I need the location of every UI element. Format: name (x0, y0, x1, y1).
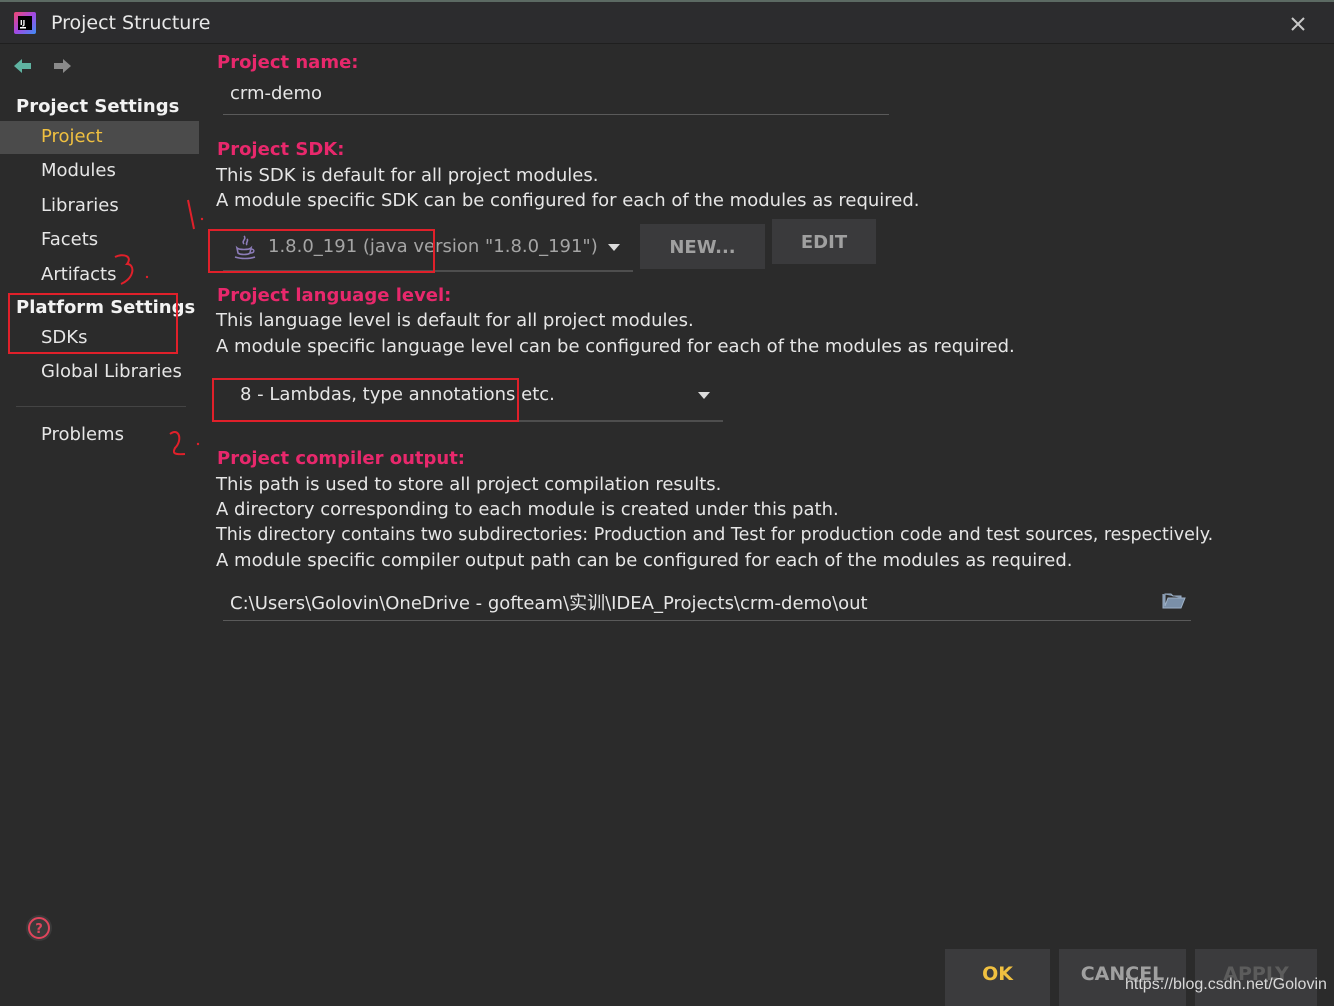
svg-text:IJ: IJ (20, 19, 25, 27)
project-settings-heading: Project Settings (16, 96, 180, 117)
compiler-output-description-1: This path is used to store all project c… (216, 474, 722, 495)
intellij-idea-icon: IJ (14, 12, 36, 34)
sidebar-item-label: Facets (41, 229, 99, 250)
annotation-box-sdk (208, 229, 435, 273)
compiler-output-description-3: This directory contains two subdirectori… (216, 525, 1214, 545)
annotation-mark-1 (187, 199, 204, 230)
annotation-box-language-level (212, 378, 519, 422)
close-icon[interactable] (1284, 10, 1312, 38)
sidebar-item-modules[interactable]: Modules (0, 155, 199, 188)
sidebar-item-project[interactable]: Project (0, 121, 199, 154)
compiler-output-label: Project compiler output: (217, 448, 466, 469)
project-name-value: crm-demo (230, 83, 323, 104)
sidebar-item-label: Global Libraries (41, 361, 182, 382)
sidebar-item-libraries[interactable]: Libraries (0, 190, 199, 223)
annotation-mark-3 (114, 254, 149, 285)
compiler-output-description-2: A directory corresponding to each module… (216, 499, 839, 520)
sidebar-item-label: Modules (41, 160, 116, 181)
annotation-box-platform-settings (8, 293, 178, 354)
svg-text:?: ? (35, 922, 43, 937)
sidebar-item-label: Artifacts (41, 264, 117, 285)
project-sdk-label: Project SDK: (217, 139, 345, 160)
new-sdk-button[interactable]: NEW... (640, 224, 765, 269)
compiler-output-path-input[interactable]: C:\Users\Golovin\OneDrive - gofteam\实训\I… (223, 589, 1191, 621)
sidebar-item-label: Libraries (41, 195, 119, 216)
language-level-description-2: A module specific language level can be … (216, 336, 1015, 357)
title-bar: IJ Project Structure (0, 2, 1334, 44)
language-level-description-1: This language level is default for all p… (216, 310, 694, 331)
sdk-description-2: A module specific SDK can be configured … (216, 190, 920, 211)
arrow-right-icon[interactable] (51, 56, 73, 76)
compiler-output-path-value: C:\Users\Golovin\OneDrive - gofteam\实训\I… (230, 593, 868, 614)
arrow-left-icon[interactable] (12, 56, 34, 76)
folder-open-icon[interactable] (1162, 590, 1186, 610)
main-panel: Project name: crm-demo Project SDK: This… (200, 44, 1334, 1006)
sidebar-item-label: Problems (41, 424, 124, 445)
sidebar-item-label: Project (41, 126, 103, 147)
language-level-label: Project language level: (217, 285, 452, 306)
project-name-label: Project name: (217, 52, 359, 73)
sidebar: Project Settings Project Modules Librari… (0, 44, 200, 1006)
sidebar-item-facets[interactable]: Facets (0, 224, 199, 257)
compiler-output-description-4: A module specific compiler output path c… (216, 550, 1073, 571)
window-title: Project Structure (51, 12, 211, 34)
watermark-text: https://blog.csdn.net/Golovin (1125, 976, 1327, 993)
sdk-description-1: This SDK is default for all project modu… (216, 165, 599, 186)
ok-button[interactable]: OK (945, 949, 1050, 1006)
help-icon[interactable]: ? (24, 913, 54, 943)
sidebar-divider (16, 406, 186, 407)
sidebar-item-global-libraries[interactable]: Global Libraries (0, 356, 199, 389)
chevron-down-icon (608, 244, 620, 251)
chevron-down-icon (698, 392, 710, 399)
edit-sdk-button[interactable]: EDIT (772, 219, 876, 264)
annotation-mark-2 (169, 431, 200, 456)
project-name-input[interactable]: crm-demo (223, 83, 889, 115)
sidebar-item-artifacts[interactable]: Artifacts (0, 259, 199, 292)
